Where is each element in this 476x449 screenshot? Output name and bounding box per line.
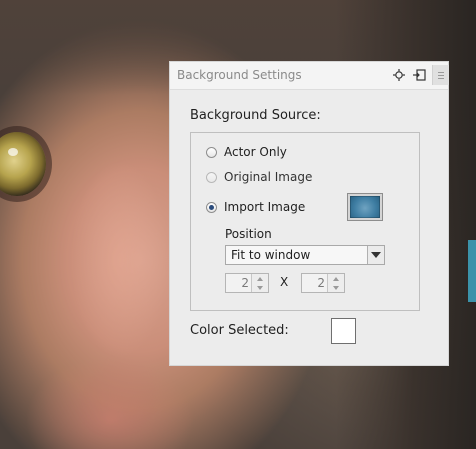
radio-actor-only[interactable]: Actor Only [206, 143, 287, 161]
panel-title: Background Settings [177, 68, 302, 82]
radio-button[interactable] [206, 201, 217, 213]
background-source-group: Actor Only Original Image Import Image P… [190, 132, 420, 311]
radio-button[interactable] [206, 146, 217, 158]
stepper-down-icon[interactable] [252, 283, 268, 292]
photo-teal-edge [468, 240, 476, 302]
radio-button[interactable] [206, 171, 217, 183]
tiling-columns-value: 2 [241, 276, 249, 290]
thumbnail-preview [350, 196, 380, 218]
dock-icon[interactable] [411, 67, 427, 83]
background-source-label: Background Source: [190, 108, 321, 123]
color-selected-label: Color Selected: [190, 323, 289, 338]
pin-icon[interactable] [391, 67, 407, 83]
photo-eye-highlight [8, 148, 18, 156]
radio-import-image-label: Import Image [224, 200, 306, 214]
position-dropdown[interactable]: Fit to window [225, 245, 385, 265]
color-swatch[interactable] [331, 318, 356, 344]
position-label: Position [225, 227, 272, 241]
position-dropdown-value: Fit to window [231, 248, 311, 262]
import-image-thumbnail[interactable] [347, 193, 383, 221]
panel-titlebar: Background Settings [170, 62, 449, 90]
stepper-up-icon[interactable] [328, 274, 344, 283]
background-settings-panel: Background Settings Background Source: A… [169, 61, 449, 366]
tiling-x-label: X [280, 275, 289, 289]
tiling-columns-stepper[interactable]: 2 [225, 273, 269, 293]
tiling-rows-value: 2 [317, 276, 325, 290]
chevron-down-icon[interactable] [367, 246, 384, 264]
tiling-rows-stepper[interactable]: 2 [301, 273, 345, 293]
menu-icon[interactable] [432, 65, 449, 85]
radio-original-image-label: Original Image [224, 170, 313, 184]
radio-actor-only-label: Actor Only [224, 145, 287, 159]
stepper-arrows[interactable] [327, 274, 344, 292]
stepper-arrows[interactable] [251, 274, 268, 292]
radio-import-image[interactable]: Import Image [206, 198, 305, 216]
stepper-down-icon[interactable] [328, 283, 344, 292]
stepper-up-icon[interactable] [252, 274, 268, 283]
radio-original-image[interactable]: Original Image [206, 168, 312, 186]
